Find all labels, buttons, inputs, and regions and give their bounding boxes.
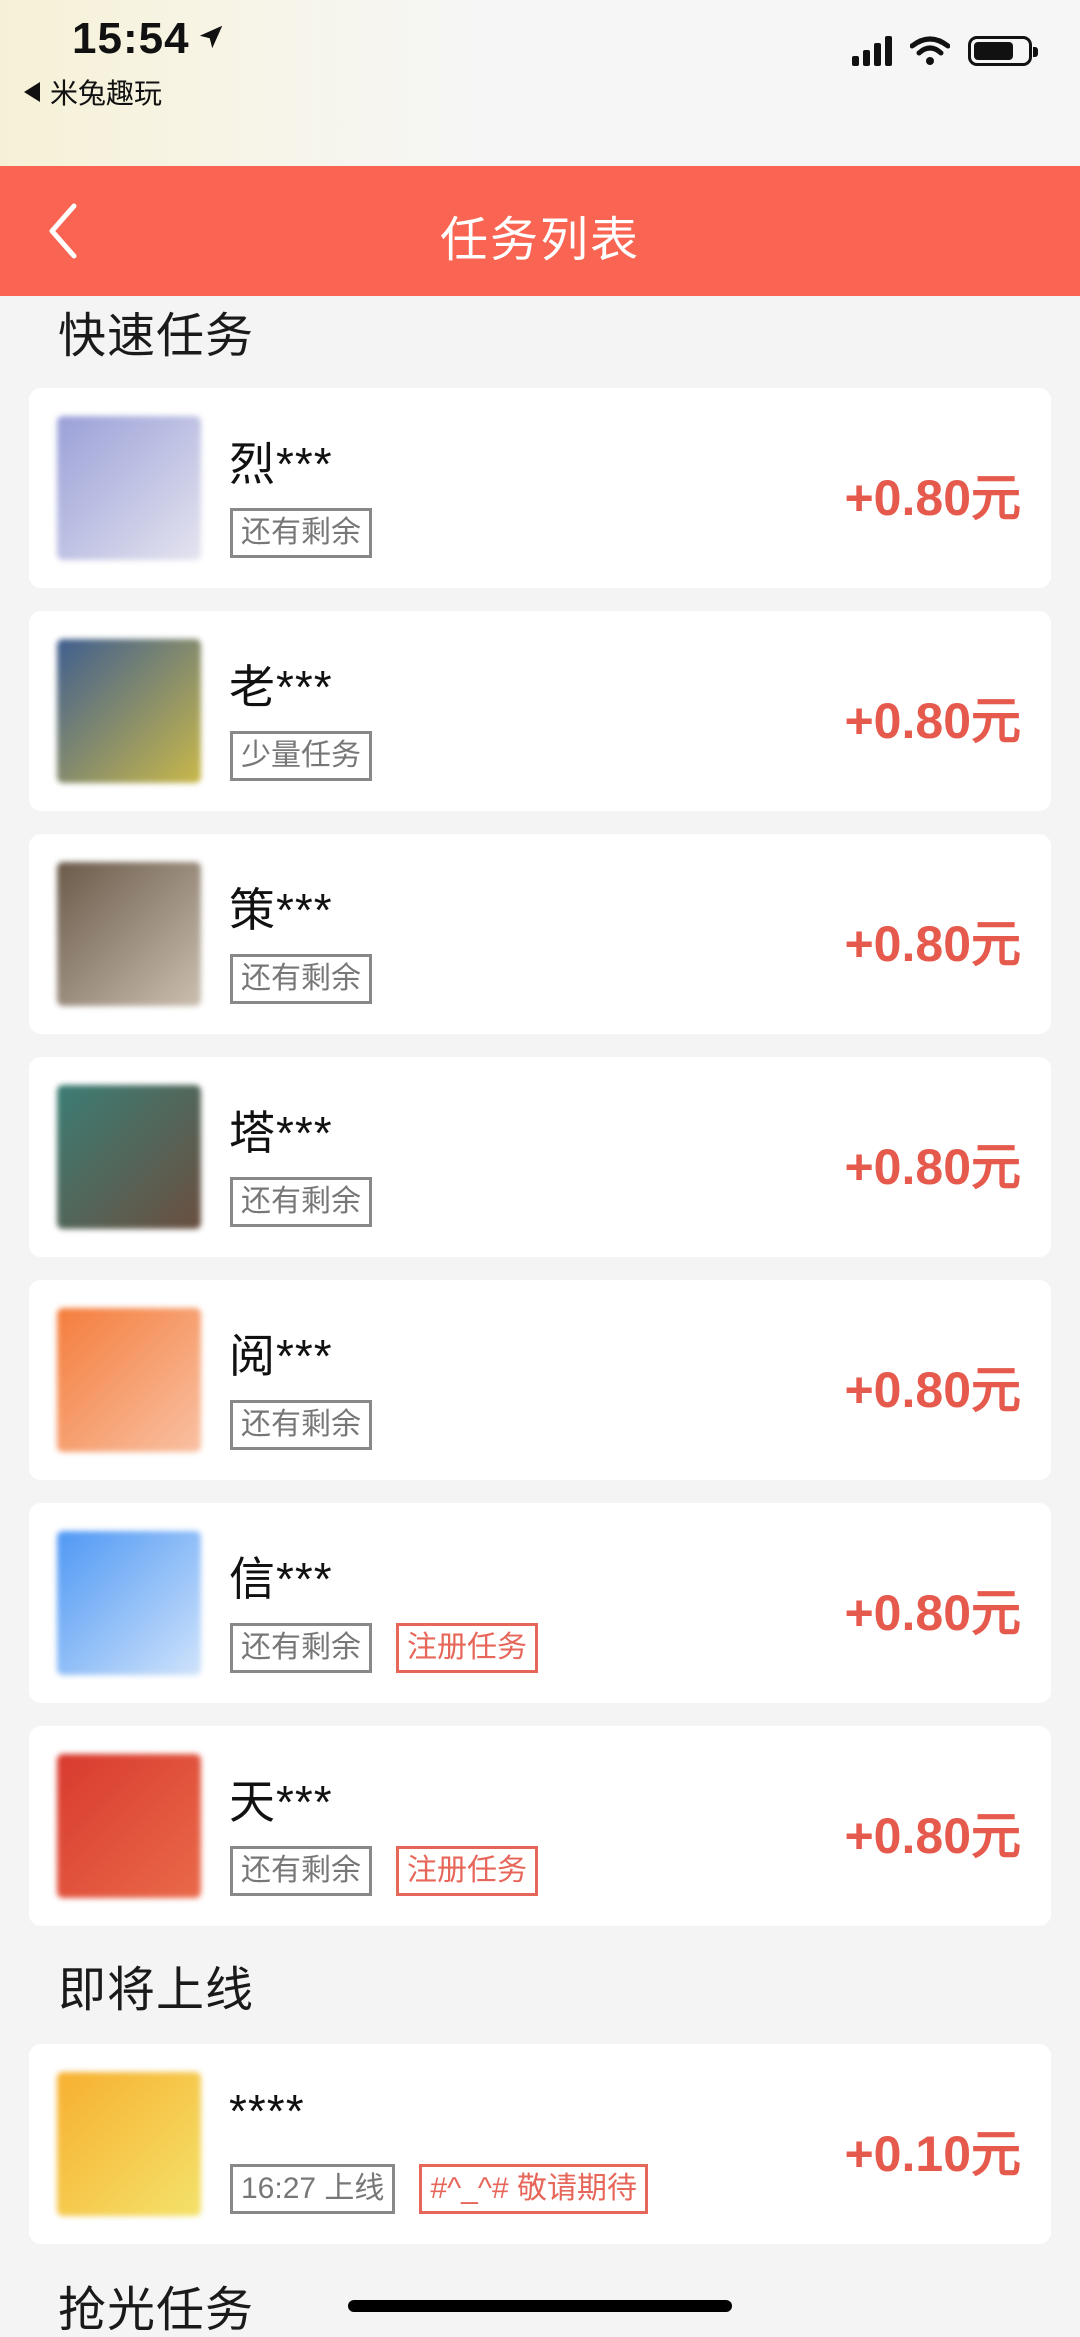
task-tag: 少量任务: [230, 731, 372, 781]
task-card[interactable]: 信*** 还有剩余 注册任务 +0.80元: [29, 1503, 1051, 1703]
status-icons: [852, 36, 1038, 66]
task-tags: 还有剩余 注册任务: [230, 1846, 538, 1896]
task-reward: +0.80元: [844, 1362, 1021, 1418]
task-thumbnail: [57, 1531, 201, 1675]
battery-icon: [968, 36, 1038, 66]
task-reward: +0.80元: [844, 1808, 1021, 1864]
task-thumbnail: [57, 1085, 201, 1229]
task-tag: 还有剩余: [230, 1177, 372, 1227]
task-tag: 还有剩余: [230, 508, 372, 558]
task-card[interactable]: 烈*** 还有剩余 +0.80元: [29, 388, 1051, 588]
task-tag: 还有剩余: [230, 1400, 372, 1450]
task-card[interactable]: 阅*** 还有剩余 +0.80元: [29, 1280, 1051, 1480]
task-reward: +0.10元: [844, 2126, 1021, 2182]
task-reward: +0.80元: [844, 693, 1021, 749]
status-bar: 15:54 米兔趣玩: [0, 0, 1080, 166]
section-title-soldout: 抢光任务: [58, 2284, 255, 2337]
task-reward: +0.80元: [844, 1585, 1021, 1641]
task-card[interactable]: 策*** 还有剩余 +0.80元: [29, 834, 1051, 1034]
task-card[interactable]: 天*** 还有剩余 注册任务 +0.80元: [29, 1726, 1051, 1926]
back-triangle-icon: [24, 82, 40, 102]
task-tag: #^_^# 敬请期待: [419, 2164, 648, 2214]
navigation-header: 任务列表: [0, 166, 1080, 296]
task-card[interactable]: 塔*** 还有剩余 +0.80元: [29, 1057, 1051, 1257]
location-arrow-icon: [199, 25, 223, 49]
task-tags: 16:27 上线 #^_^# 敬请期待: [230, 2164, 648, 2214]
task-tags: 少量任务: [230, 731, 372, 781]
task-name: ****: [229, 2085, 305, 2137]
task-thumbnail: [57, 862, 201, 1006]
task-name: 烈***: [229, 438, 333, 490]
task-name: 策***: [229, 884, 333, 936]
task-thumbnail: [57, 1308, 201, 1452]
back-to-app-link[interactable]: 米兔趣玩: [24, 72, 162, 112]
clock: 15:54: [72, 14, 190, 63]
task-tags: 还有剩余: [230, 508, 372, 558]
task-tags: 还有剩余: [230, 1177, 372, 1227]
task-tags: 还有剩余 注册任务: [230, 1623, 538, 1673]
task-tags: 还有剩余: [230, 1400, 372, 1450]
battery-fill: [974, 42, 1013, 60]
back-app-label: 米兔趣玩: [50, 78, 163, 109]
task-thumbnail: [57, 1754, 201, 1898]
task-tag: 注册任务: [396, 1623, 538, 1673]
task-thumbnail: [57, 2072, 201, 2216]
task-name: 塔***: [229, 1107, 333, 1159]
section-title-upcoming: 即将上线: [58, 1964, 255, 2017]
cellular-signal-icon: [852, 36, 892, 66]
task-name: 阅***: [229, 1330, 333, 1382]
task-name: 天***: [229, 1776, 333, 1828]
task-card[interactable]: 老*** 少量任务 +0.80元: [29, 611, 1051, 811]
task-reward: +0.80元: [844, 470, 1021, 526]
task-reward: +0.80元: [844, 1139, 1021, 1195]
section-title-quick: 快速任务: [58, 310, 255, 363]
task-tag: 注册任务: [396, 1846, 538, 1896]
task-thumbnail: [57, 639, 201, 783]
task-name: 信***: [229, 1553, 333, 1605]
task-tag: 还有剩余: [230, 954, 372, 1004]
task-thumbnail: [57, 416, 201, 560]
task-tag: 还有剩余: [230, 1846, 372, 1896]
task-tag: 还有剩余: [230, 1623, 372, 1673]
task-tag: 16:27 上线: [230, 2164, 396, 2214]
task-reward: +0.80元: [844, 916, 1021, 972]
wifi-icon: [910, 36, 950, 65]
task-card[interactable]: **** 16:27 上线 #^_^# 敬请期待 +0.10元: [29, 2044, 1051, 2244]
task-tags: 还有剩余: [230, 954, 372, 1004]
home-indicator: [348, 2300, 732, 2312]
page-title: 任务列表: [439, 214, 640, 267]
task-name: 老***: [229, 661, 333, 713]
